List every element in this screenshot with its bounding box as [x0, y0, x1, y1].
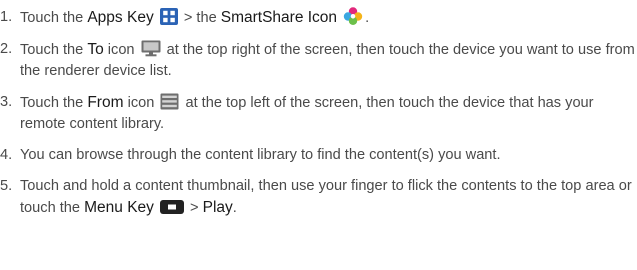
step-number: 1.: [0, 9, 13, 25]
monitor-icon: [141, 40, 161, 57]
apps-key-label: Apps Key: [87, 9, 154, 26]
from-label: From: [87, 94, 124, 111]
step-4: 4. You can browse through the content li…: [0, 145, 637, 166]
step-text: icon: [103, 42, 139, 58]
menu-key-label: Menu Key: [84, 199, 154, 216]
step-text: Touch the: [20, 95, 88, 111]
step-text: .: [232, 200, 237, 216]
server-icon: [160, 93, 179, 110]
menu-key-icon: [159, 199, 184, 215]
step-1: 1. Touch the Apps Key > the SmartShare I…: [0, 7, 637, 29]
step-5: 5. Touch and hold a content thumbnail, t…: [0, 176, 637, 219]
step-text: Touch the: [20, 10, 88, 26]
apps-grid-icon: [159, 8, 178, 25]
step-text: .: [365, 10, 370, 26]
step-2: 2. Touch the To icon at the top right of…: [0, 39, 637, 82]
step-text: icon: [123, 95, 159, 111]
play-label: Play: [202, 199, 233, 216]
step-number: 4.: [0, 147, 13, 163]
smartshare-icon-label: SmartShare Icon: [220, 9, 338, 26]
instruction-steps: 1. Touch the Apps Key > the SmartShare I…: [0, 7, 637, 219]
step-text: Touch the: [20, 42, 88, 58]
step-3: 3. Touch the From icon at the top left o…: [0, 92, 637, 135]
step-number: 2.: [0, 41, 13, 57]
step-text: > the: [179, 10, 221, 26]
smartshare-flower-icon: [343, 7, 363, 25]
step-number: 3.: [0, 94, 13, 110]
step-text: >: [185, 200, 203, 216]
step-number: 5.: [0, 178, 13, 194]
step-text: You can browse through the content libra…: [20, 147, 501, 163]
to-label: To: [87, 41, 104, 58]
